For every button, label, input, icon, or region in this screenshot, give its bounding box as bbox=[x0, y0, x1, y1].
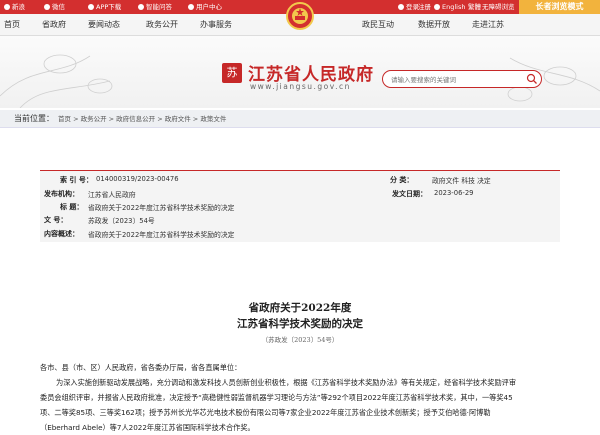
doc-body-line: 为深入实施创新驱动发展战略，充分调动和激发科技人员创新创业积极性，根据《江苏省科… bbox=[56, 378, 517, 387]
nav-news[interactable]: 要闻动态 bbox=[88, 14, 120, 36]
login-icon bbox=[398, 4, 404, 10]
wechat-icon bbox=[44, 4, 50, 10]
elder-mode-button[interactable]: 长者浏览模式 bbox=[519, 0, 600, 14]
meta-summary-label: 内容概述： bbox=[44, 230, 79, 238]
doc-title-line1: 省政府关于2022年度 bbox=[248, 302, 352, 314]
meta-title-label: 标 题： bbox=[60, 203, 84, 211]
breadcrumb: 当前位置： 首页 > 政务公开 > 政府信息公开 > 政府文件 > 政策文件 bbox=[0, 110, 600, 128]
smart-qa-link[interactable]: 智能问答 bbox=[138, 0, 172, 14]
search-input[interactable] bbox=[391, 74, 521, 85]
meta-index-label: 索 引 号： bbox=[60, 176, 93, 184]
meta-docno-label: 文 号： bbox=[44, 216, 68, 224]
meta-docno-value: 苏政发〔2023〕54号 bbox=[88, 217, 155, 225]
nav-open-data[interactable]: 数据开放 bbox=[418, 14, 450, 36]
doc-body-line: 项、二等奖85项、三等奖162项；授予苏州长光华芯光电技术股份有限公司等7家企业… bbox=[40, 408, 491, 417]
nav-about-jiangsu[interactable]: 走进江苏 bbox=[472, 14, 504, 36]
site-url: www.jiangsu.gov.cn bbox=[250, 82, 351, 91]
breadcrumb-trail[interactable]: 首页 > 政务公开 > 政府信息公开 > 政府文件 > 政策文件 bbox=[58, 110, 226, 128]
wechat-link[interactable]: 微信 bbox=[44, 0, 65, 14]
meta-category-value: 政府文件 科技 决定 bbox=[432, 177, 491, 185]
user-center-link[interactable]: 用户中心 bbox=[188, 0, 222, 14]
meta-index-value: 014000319/2023-00476 bbox=[96, 175, 179, 183]
search-icon[interactable] bbox=[525, 73, 539, 85]
weibo-link[interactable]: 新浪 bbox=[4, 0, 25, 14]
meta-issuer-label: 发布机构： bbox=[44, 190, 79, 198]
meta-date-value: 2023-06-29 bbox=[434, 189, 474, 197]
traditional-link[interactable]: 繁體 bbox=[468, 0, 481, 14]
document-meta-table: 索 引 号： 014000319/2023-00476 分 类： 政府文件 科技… bbox=[40, 170, 560, 242]
register-link[interactable]: 注册 bbox=[418, 0, 431, 14]
site-logo-icon[interactable]: 苏 bbox=[222, 63, 242, 83]
meta-date-label: 发文日期： bbox=[392, 190, 427, 198]
doc-body-line: 委员会组织评审，并报省人民政府批准，决定授予“高稳健性弱监督机器学习理论与方法”… bbox=[40, 393, 513, 402]
search-box[interactable] bbox=[382, 70, 542, 88]
doc-body-line: （Eberhard Abele）等7人2022年度江苏省国际科学技术合作奖。 bbox=[40, 423, 255, 432]
breadcrumb-label: 当前位置： bbox=[14, 114, 54, 123]
meta-category-label: 分 类： bbox=[390, 176, 414, 184]
nav-province-gov[interactable]: 省政府 bbox=[42, 14, 66, 36]
user-icon bbox=[188, 4, 194, 10]
doc-greeting: 各市、县（市、区）人民政府，省各委办厅局，省各直属单位： bbox=[40, 363, 242, 372]
nav-home[interactable]: 首页 bbox=[4, 14, 20, 36]
nav-services[interactable]: 办事服务 bbox=[200, 14, 232, 36]
english-link[interactable]: English bbox=[434, 0, 465, 14]
doc-number: （苏政发〔2023〕54号） bbox=[261, 336, 339, 344]
accessibility-link[interactable]: 无障碍浏览 bbox=[482, 0, 515, 14]
robot-icon bbox=[138, 4, 144, 10]
login-link[interactable]: 登录 bbox=[398, 0, 419, 14]
app-download-link[interactable]: APP下载 bbox=[88, 0, 121, 14]
meta-issuer-value: 江苏省人民政府 bbox=[88, 191, 136, 199]
national-emblem-icon bbox=[286, 2, 314, 30]
phone-icon bbox=[88, 4, 94, 10]
meta-summary-value: 省政府关于2022年度江苏省科学技术奖励的决定 bbox=[88, 231, 235, 239]
meta-title-value: 省政府关于2022年度江苏省科学技术奖励的决定 bbox=[88, 204, 235, 212]
doc-title-line2: 江苏省科学技术奖励的决定 bbox=[237, 318, 363, 330]
nav-interaction[interactable]: 政民互动 bbox=[362, 14, 394, 36]
globe-icon bbox=[434, 4, 440, 10]
weibo-icon bbox=[4, 4, 10, 10]
nav-public-affairs[interactable]: 政务公开 bbox=[146, 14, 178, 36]
